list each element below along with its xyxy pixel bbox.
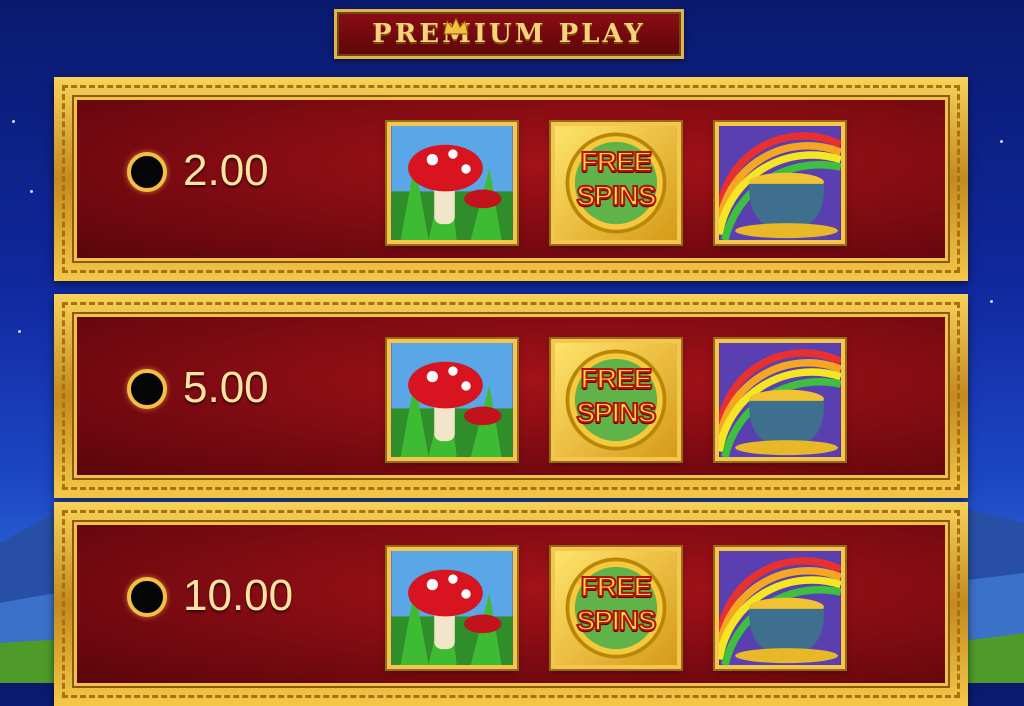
bet-radio-button[interactable] bbox=[127, 577, 167, 617]
bet-radio-button[interactable] bbox=[127, 369, 167, 409]
bet-amount: 2.00 bbox=[183, 146, 269, 195]
page-title: PREMIUM PLAY bbox=[372, 19, 646, 49]
free-spins-icon: FREE SPINS bbox=[551, 547, 681, 669]
bet-amount: 5.00 bbox=[183, 363, 269, 412]
mushroom-icon bbox=[387, 547, 517, 669]
bet-amount: 10.00 bbox=[183, 571, 294, 620]
free-spins-label-bottom: SPINS bbox=[575, 604, 657, 637]
premium-play-title: PREMIUM PLAY bbox=[334, 9, 684, 59]
bet-option-panel: 10.00 FREE SPINS bbox=[74, 522, 948, 686]
free-spins-label-bottom: SPINS bbox=[575, 179, 657, 212]
bet-option-row[interactable]: 5.00 FREE SPINS bbox=[54, 294, 968, 498]
bet-option-row[interactable]: 2.00 FREE SPINS bbox=[54, 77, 968, 281]
free-spins-label-bottom: SPINS bbox=[575, 396, 657, 429]
bet-option-row[interactable]: 10.00 FREE SPINS bbox=[54, 502, 968, 706]
pot-of-gold-icon bbox=[715, 122, 845, 244]
free-spins-icon: FREE SPINS bbox=[551, 339, 681, 461]
crown-icon bbox=[443, 16, 469, 35]
pot-of-gold-icon bbox=[715, 547, 845, 669]
mushroom-icon bbox=[387, 339, 517, 461]
free-spins-label-top: FREE bbox=[580, 362, 654, 395]
free-spins-label-top: FREE bbox=[580, 145, 654, 178]
free-spins-icon: FREE SPINS bbox=[551, 122, 681, 244]
bet-option-panel: 5.00 FREE SPINS bbox=[74, 314, 948, 478]
bet-option-panel: 2.00 FREE SPINS bbox=[74, 97, 948, 261]
free-spins-label-top: FREE bbox=[580, 570, 654, 603]
pot-of-gold-icon bbox=[715, 339, 845, 461]
mushroom-icon bbox=[387, 122, 517, 244]
bet-radio-button[interactable] bbox=[127, 152, 167, 192]
